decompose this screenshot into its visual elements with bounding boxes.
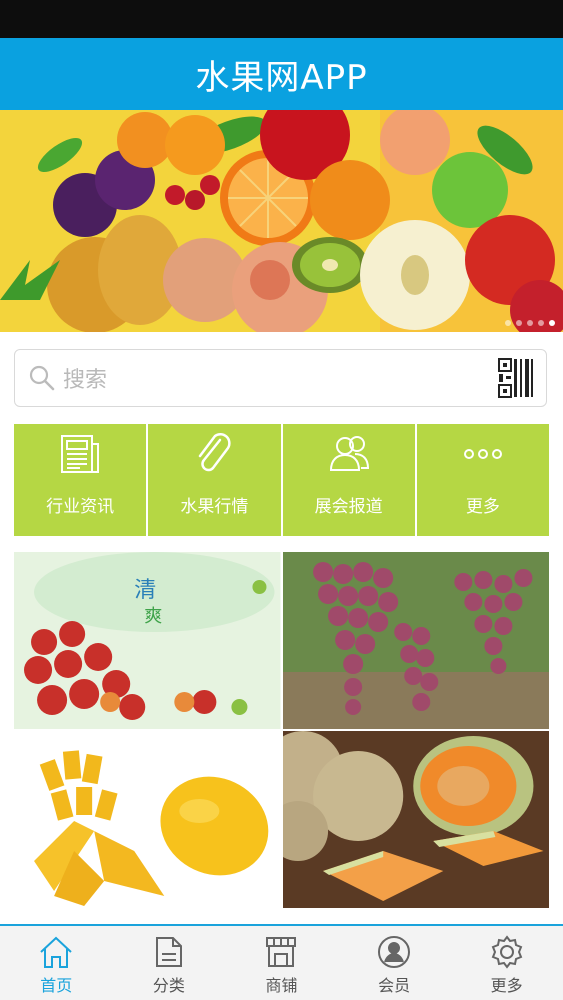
carousel-dot[interactable]	[505, 320, 511, 326]
tab-label: 商铺	[265, 976, 298, 995]
tab-label: 分类	[152, 976, 185, 995]
category-label: 水果行情	[180, 497, 249, 517]
tab-member[interactable]: 会员	[338, 926, 451, 1000]
photo-grid: 清 爽	[14, 552, 549, 908]
category-industry-news[interactable]: 行业资讯	[14, 424, 147, 536]
category-more[interactable]: 更多	[416, 424, 549, 536]
tab-category[interactable]: 分类	[113, 926, 226, 1000]
tab-label: 会员	[378, 976, 411, 995]
cantaloupe-photo	[282, 731, 549, 908]
banner-carousel[interactable]	[0, 110, 563, 332]
app-title: 水果网APP	[195, 57, 368, 98]
tab-home[interactable]: 首页	[0, 926, 113, 1000]
category-label: 展会报道	[314, 497, 383, 517]
photo-tile[interactable]	[14, 731, 281, 908]
carousel-dot[interactable]	[527, 320, 533, 326]
carousel-dot[interactable]	[516, 320, 522, 326]
category-label: 更多	[465, 497, 500, 517]
category-fruit-market[interactable]: 水果行情	[148, 424, 281, 536]
carousel-dot-active[interactable]	[549, 320, 555, 326]
category-label: 行业资讯	[46, 497, 115, 517]
search-bar[interactable]: 搜索	[14, 349, 547, 407]
category-icon	[155, 937, 182, 967]
tab-more[interactable]: 更多	[450, 926, 563, 1000]
svg-text:清: 清	[134, 578, 156, 603]
category-expo-reports[interactable]: 展会报道	[282, 424, 415, 536]
fruit-assortment-banner	[0, 110, 563, 332]
tab-label: 首页	[40, 976, 73, 995]
more-dots-icon	[463, 449, 502, 459]
search-icon	[29, 365, 55, 391]
home-icon	[40, 936, 72, 968]
tab-shop[interactable]: 商铺	[225, 926, 338, 1000]
photo-tile[interactable]	[282, 552, 549, 729]
people-icon	[329, 436, 369, 471]
category-grid: 行业资讯 水果行情 展会报道 更多	[14, 424, 549, 536]
photo-tile[interactable]	[282, 731, 549, 908]
member-icon	[378, 936, 411, 968]
grapes-photo	[282, 552, 549, 729]
mango-photo	[14, 731, 281, 908]
shop-icon	[266, 937, 297, 967]
tab-label: 更多	[490, 976, 523, 995]
photo-tile[interactable]: 清 爽	[14, 552, 281, 729]
apples-photo: 清 爽	[14, 552, 281, 729]
qr-scan-icon[interactable]	[498, 358, 534, 398]
paperclip-icon	[199, 433, 231, 472]
status-bar	[0, 0, 563, 38]
search-input[interactable]: 搜索	[63, 362, 498, 394]
bottom-tab-bar: 首页 分类 商铺 会员 更多	[0, 924, 563, 1000]
carousel-indicator	[505, 320, 555, 326]
svg-text:爽: 爽	[144, 606, 162, 627]
carousel-dot[interactable]	[538, 320, 544, 326]
gear-icon	[491, 935, 522, 969]
newspaper-icon	[61, 435, 100, 473]
app-header: 水果网APP	[0, 38, 563, 110]
